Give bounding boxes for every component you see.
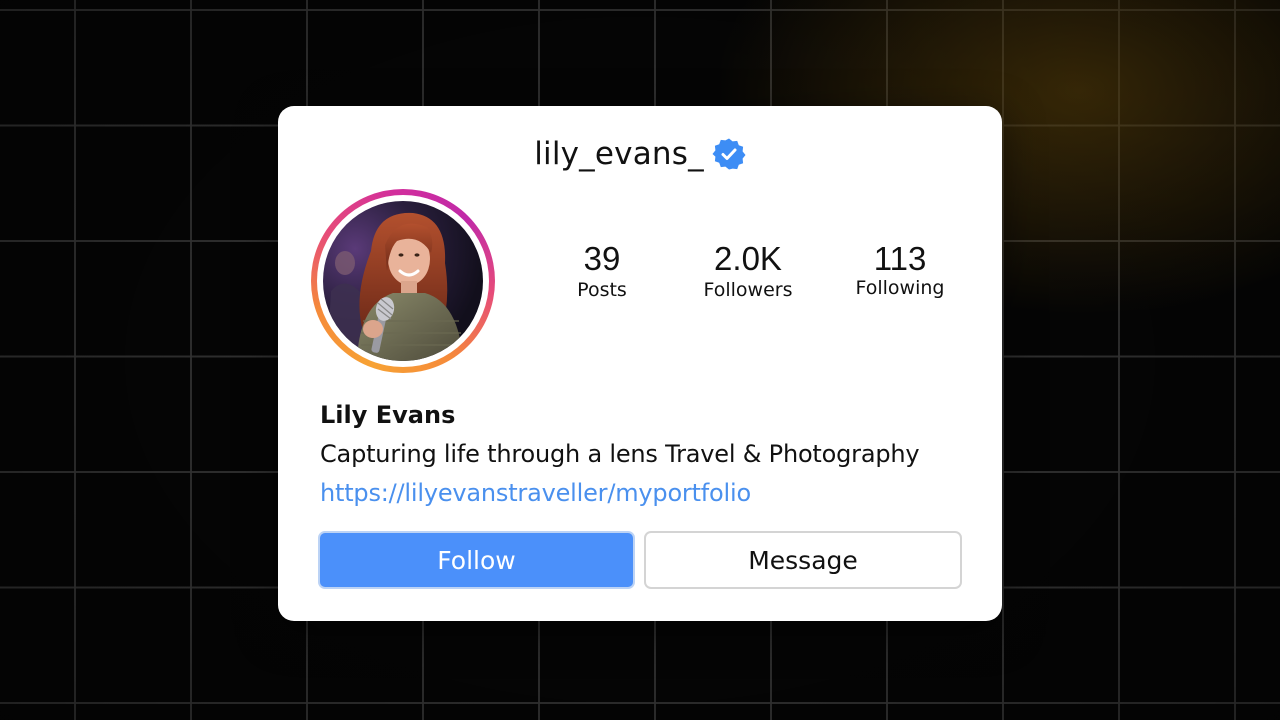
posts-count: 39 (583, 240, 621, 277)
stat-posts[interactable]: 39 Posts (566, 240, 638, 302)
following-label: Following (855, 277, 945, 299)
bio-text: Capturing life through a lens Travel & P… (320, 440, 920, 468)
followers-label: Followers (703, 279, 793, 301)
follow-button[interactable]: Follow (318, 531, 635, 589)
stat-following[interactable]: 113 Following (848, 240, 952, 300)
posts-label: Posts (577, 279, 627, 301)
avatar-story-ring[interactable] (311, 189, 495, 373)
profile-link[interactable]: https://lilyevanstraveller/myportfolio (320, 479, 751, 507)
message-button[interactable]: Message (644, 531, 962, 589)
username-header: lily_evans_ (0, 136, 1280, 172)
avatar (323, 201, 483, 361)
verified-badge-icon (712, 137, 746, 171)
followers-count: 2.0K (714, 240, 782, 277)
full-name: Lily Evans (320, 401, 456, 429)
avatar-ring-gap (317, 195, 489, 367)
username: lily_evans_ (534, 136, 704, 172)
following-count: 113 (873, 240, 927, 277)
stat-followers[interactable]: 2.0K Followers (697, 240, 799, 302)
